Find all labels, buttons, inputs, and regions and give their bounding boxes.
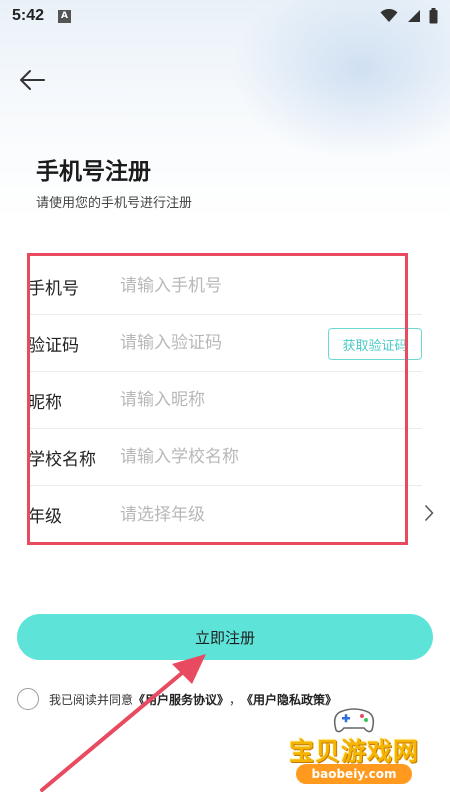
chevron-right-icon [424,504,434,522]
status-icons [380,8,438,24]
school-input[interactable] [120,429,422,485]
nickname-label: 昵称 [28,392,62,413]
notification-icon: A [58,9,72,23]
page-subtitle: 请使用您的手机号进行注册 [36,196,193,211]
back-button[interactable] [16,64,48,96]
signal-icon [408,10,420,22]
watermark-logo: 宝贝游戏网 baobeiy.com [274,706,434,788]
grade-row[interactable]: 年级 [28,486,434,543]
agreement-separator: ， [229,692,242,707]
privacy-policy-link[interactable]: 《用户隐私政策》 [241,691,337,708]
header-background [0,0,450,220]
grade-select[interactable] [120,486,422,543]
nickname-input[interactable] [120,372,422,428]
nickname-row: 昵称 [28,372,422,429]
phone-input[interactable] [120,258,422,314]
code-label: 验证码 [28,335,79,356]
register-button[interactable]: 立即注册 [17,614,433,660]
watermark-url: baobeiy.com [296,764,412,784]
grade-label: 年级 [28,507,62,527]
status-bar: 5:42 A [0,0,450,32]
watermark-text: 宝贝游戏网 [288,737,419,766]
battery-icon [429,8,438,24]
status-time: 5:42 [12,7,45,24]
school-label: 学校名称 [28,449,96,470]
page-title: 手机号注册 [36,159,151,185]
code-row: 验证码 获取验证码 [28,315,422,372]
registration-form: 手机号 验证码 获取验证码 昵称 学校名称 年级 [28,258,434,543]
phone-label: 手机号 [28,278,79,299]
back-arrow-icon [20,70,45,90]
school-row: 学校名称 [28,429,422,486]
gamepad-icon [333,708,375,733]
wifi-icon [380,9,398,22]
agree-radio[interactable] [17,688,39,710]
service-agreement-link[interactable]: 《用户服务协议》 [133,691,229,708]
get-code-button[interactable]: 获取验证码 [328,328,422,360]
agreement-prefix: 我已阅读并同意 [49,692,134,707]
phone-row: 手机号 [28,258,422,315]
